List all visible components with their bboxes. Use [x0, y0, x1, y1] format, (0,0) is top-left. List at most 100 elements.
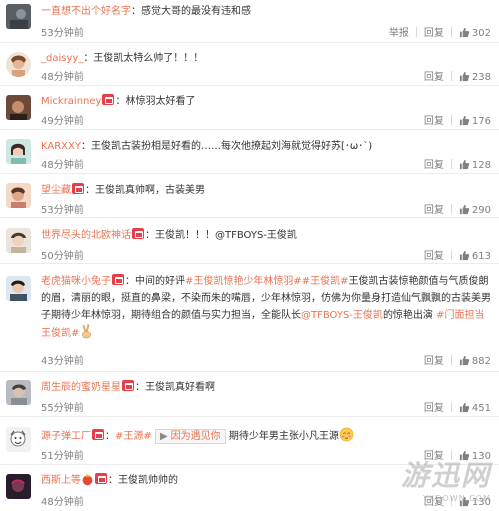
comment-username[interactable]: KARXXY [41, 141, 81, 152]
avatar[interactable] [6, 474, 31, 499]
like-button[interactable]: 176 [459, 115, 491, 127]
comment-text: 的惊艳出演 [382, 310, 433, 321]
comment-actions: 回复 128 [424, 156, 491, 171]
avatar[interactable] [6, 228, 31, 253]
thumbs-up-icon [459, 204, 470, 215]
thumbs-up-icon [459, 27, 470, 38]
vip-badge-icon [122, 380, 134, 391]
vip-badge-icon [102, 94, 115, 105]
comment-actions: 回复 290 [424, 201, 491, 216]
comment-time: 49分钟前 [41, 116, 84, 127]
comment-username[interactable]: 老虎猫咪小兔子 [41, 276, 111, 287]
comment-username[interactable]: 西斯上等 [41, 475, 81, 486]
reply-link[interactable]: 回复 [424, 399, 444, 414]
thumbs-up-icon [459, 355, 470, 366]
reply-link[interactable]: 回复 [424, 247, 444, 262]
reply-link[interactable]: 回复 [424, 112, 444, 127]
like-button[interactable]: 882 [459, 355, 491, 367]
comment-text: 感觉大哥的最没有违和感 [141, 6, 251, 17]
comment-username[interactable]: Mickrainney [41, 96, 101, 107]
comment-username[interactable]: 周生辰的蜜奶星星 [41, 382, 121, 393]
comment-item: 世界尽头的北欧神话 ：王俊凯！！！@TFBOYS-王俊凯 50分钟前 回复 613 [0, 218, 499, 264]
like-count: 613 [471, 251, 491, 262]
like-button[interactable]: 238 [459, 71, 491, 83]
watermark-logo: 游迅网 [400, 459, 491, 492]
like-button[interactable]: 613 [459, 250, 491, 262]
comment-time: 53分钟前 [41, 28, 84, 39]
reply-link[interactable]: 回复 [424, 156, 444, 171]
comment-text: 王俊凯真帅啊，古装美男 [95, 185, 205, 196]
comment-time: 53分钟前 [41, 205, 84, 216]
like-count: 451 [471, 403, 491, 414]
like-count: 176 [471, 116, 491, 127]
comment-text: 期待少年男主张小凡王源 [228, 431, 339, 442]
comment-item: 一直想不出个好名字：感觉大哥的最没有违和感 53分钟前 举报 回复 302 [0, 0, 499, 43]
comment-text: 王俊凯帅帅的 [118, 475, 178, 486]
comment-actions: 回复 882 [424, 352, 491, 367]
avatar[interactable] [6, 95, 31, 120]
comment-actions: 回复 451 [424, 399, 491, 414]
comment-text: 王俊凯太特么帅了！！！ [93, 53, 204, 64]
hashtag-link[interactable]: #王俊凯# [302, 276, 349, 287]
play-icon: ▶ [159, 431, 168, 442]
thumbs-up-icon [459, 71, 470, 82]
like-button[interactable]: 290 [459, 204, 491, 216]
thumbs-up-icon [459, 250, 470, 261]
comment-time: 48分钟前 [41, 497, 84, 508]
comment-time: 48分钟前 [41, 160, 84, 171]
comment-username[interactable]: 世界尽头的北欧神话 [41, 230, 131, 241]
music-link[interactable]: ▶ 因为遇见你 [154, 429, 226, 444]
comment-text: 王俊凯古装扮相是好看的……每次他撩起刘海就觉得好苏[･ω･`) [90, 141, 373, 152]
comment-text: 王俊凯！！！@TFBOYS-王俊凯 [155, 230, 297, 241]
vip-badge-icon [112, 274, 124, 285]
comment-time: 50分钟前 [41, 251, 84, 262]
comment-username[interactable]: 望尘藏 [41, 185, 71, 196]
hashtag-link[interactable]: #王俊凯惊艳少年林惊羽# [185, 276, 302, 287]
avatar[interactable] [6, 183, 31, 208]
comment-time: 55分钟前 [41, 403, 84, 414]
comment-text: 林惊羽太好看了 [125, 96, 196, 107]
comment-username[interactable]: _daisyy_ [41, 53, 83, 64]
report-link[interactable]: 举报 [389, 24, 409, 39]
comment-time: 43分钟前 [41, 356, 84, 367]
comment-actions: 回复 238 [424, 68, 491, 83]
avatar[interactable] [6, 380, 31, 405]
comment-actions: 回复 613 [424, 247, 491, 262]
reply-link[interactable]: 回复 [424, 24, 444, 39]
comment-item: 望尘藏 ：王俊凯真帅啊，古装美男 53分钟前 回复 290 [0, 174, 499, 218]
mention-link[interactable]: @TFBOYS-王俊凯 [301, 310, 383, 321]
thumbs-up-icon [459, 159, 470, 170]
comment-time: 51分钟前 [41, 451, 84, 462]
avatar[interactable] [6, 4, 31, 29]
avatar[interactable] [6, 276, 31, 301]
comment-actions: 举报 回复 302 [389, 24, 491, 39]
victory-hand-icon [82, 324, 92, 339]
avatar[interactable] [6, 427, 31, 452]
avatar[interactable] [6, 139, 31, 164]
like-button[interactable]: 128 [459, 159, 491, 171]
reply-link[interactable]: 回复 [424, 352, 444, 367]
comment-item: Mickrainney ：林惊羽太好看了 49分钟前 回复 176 [0, 86, 499, 130]
comment-username[interactable]: 一直想不出个好名字 [41, 6, 131, 17]
comment-actions: 回复 176 [424, 112, 491, 127]
site-watermark: 游迅网 YXDOWN.COM [401, 454, 491, 503]
lucky-bag-icon [82, 474, 93, 486]
reply-link[interactable]: 回复 [424, 201, 444, 216]
like-button[interactable]: 302 [459, 27, 491, 39]
comment-item: KARXXY：王俊凯古装扮相是好看的……每次他撩起刘海就觉得好苏[･ω･`) 4… [0, 130, 499, 174]
like-count: 290 [471, 205, 491, 216]
comment-text: 王俊凯真好看啊 [145, 382, 215, 393]
thumbs-up-icon [459, 115, 470, 126]
thumbs-up-icon [459, 402, 470, 413]
like-button[interactable]: 451 [459, 402, 491, 414]
comment-time: 48分钟前 [41, 72, 84, 83]
avatar[interactable] [6, 52, 31, 77]
like-count: 302 [471, 28, 491, 39]
hashtag-link[interactable]: #王源# [115, 431, 152, 442]
vip-badge-icon [95, 473, 107, 484]
reply-link[interactable]: 回复 [424, 68, 444, 83]
vip-badge-icon [132, 228, 144, 239]
like-count: 128 [471, 160, 491, 171]
comment-username[interactable]: 源子弹工厂 [41, 431, 91, 442]
blushing-face-icon [339, 427, 354, 442]
